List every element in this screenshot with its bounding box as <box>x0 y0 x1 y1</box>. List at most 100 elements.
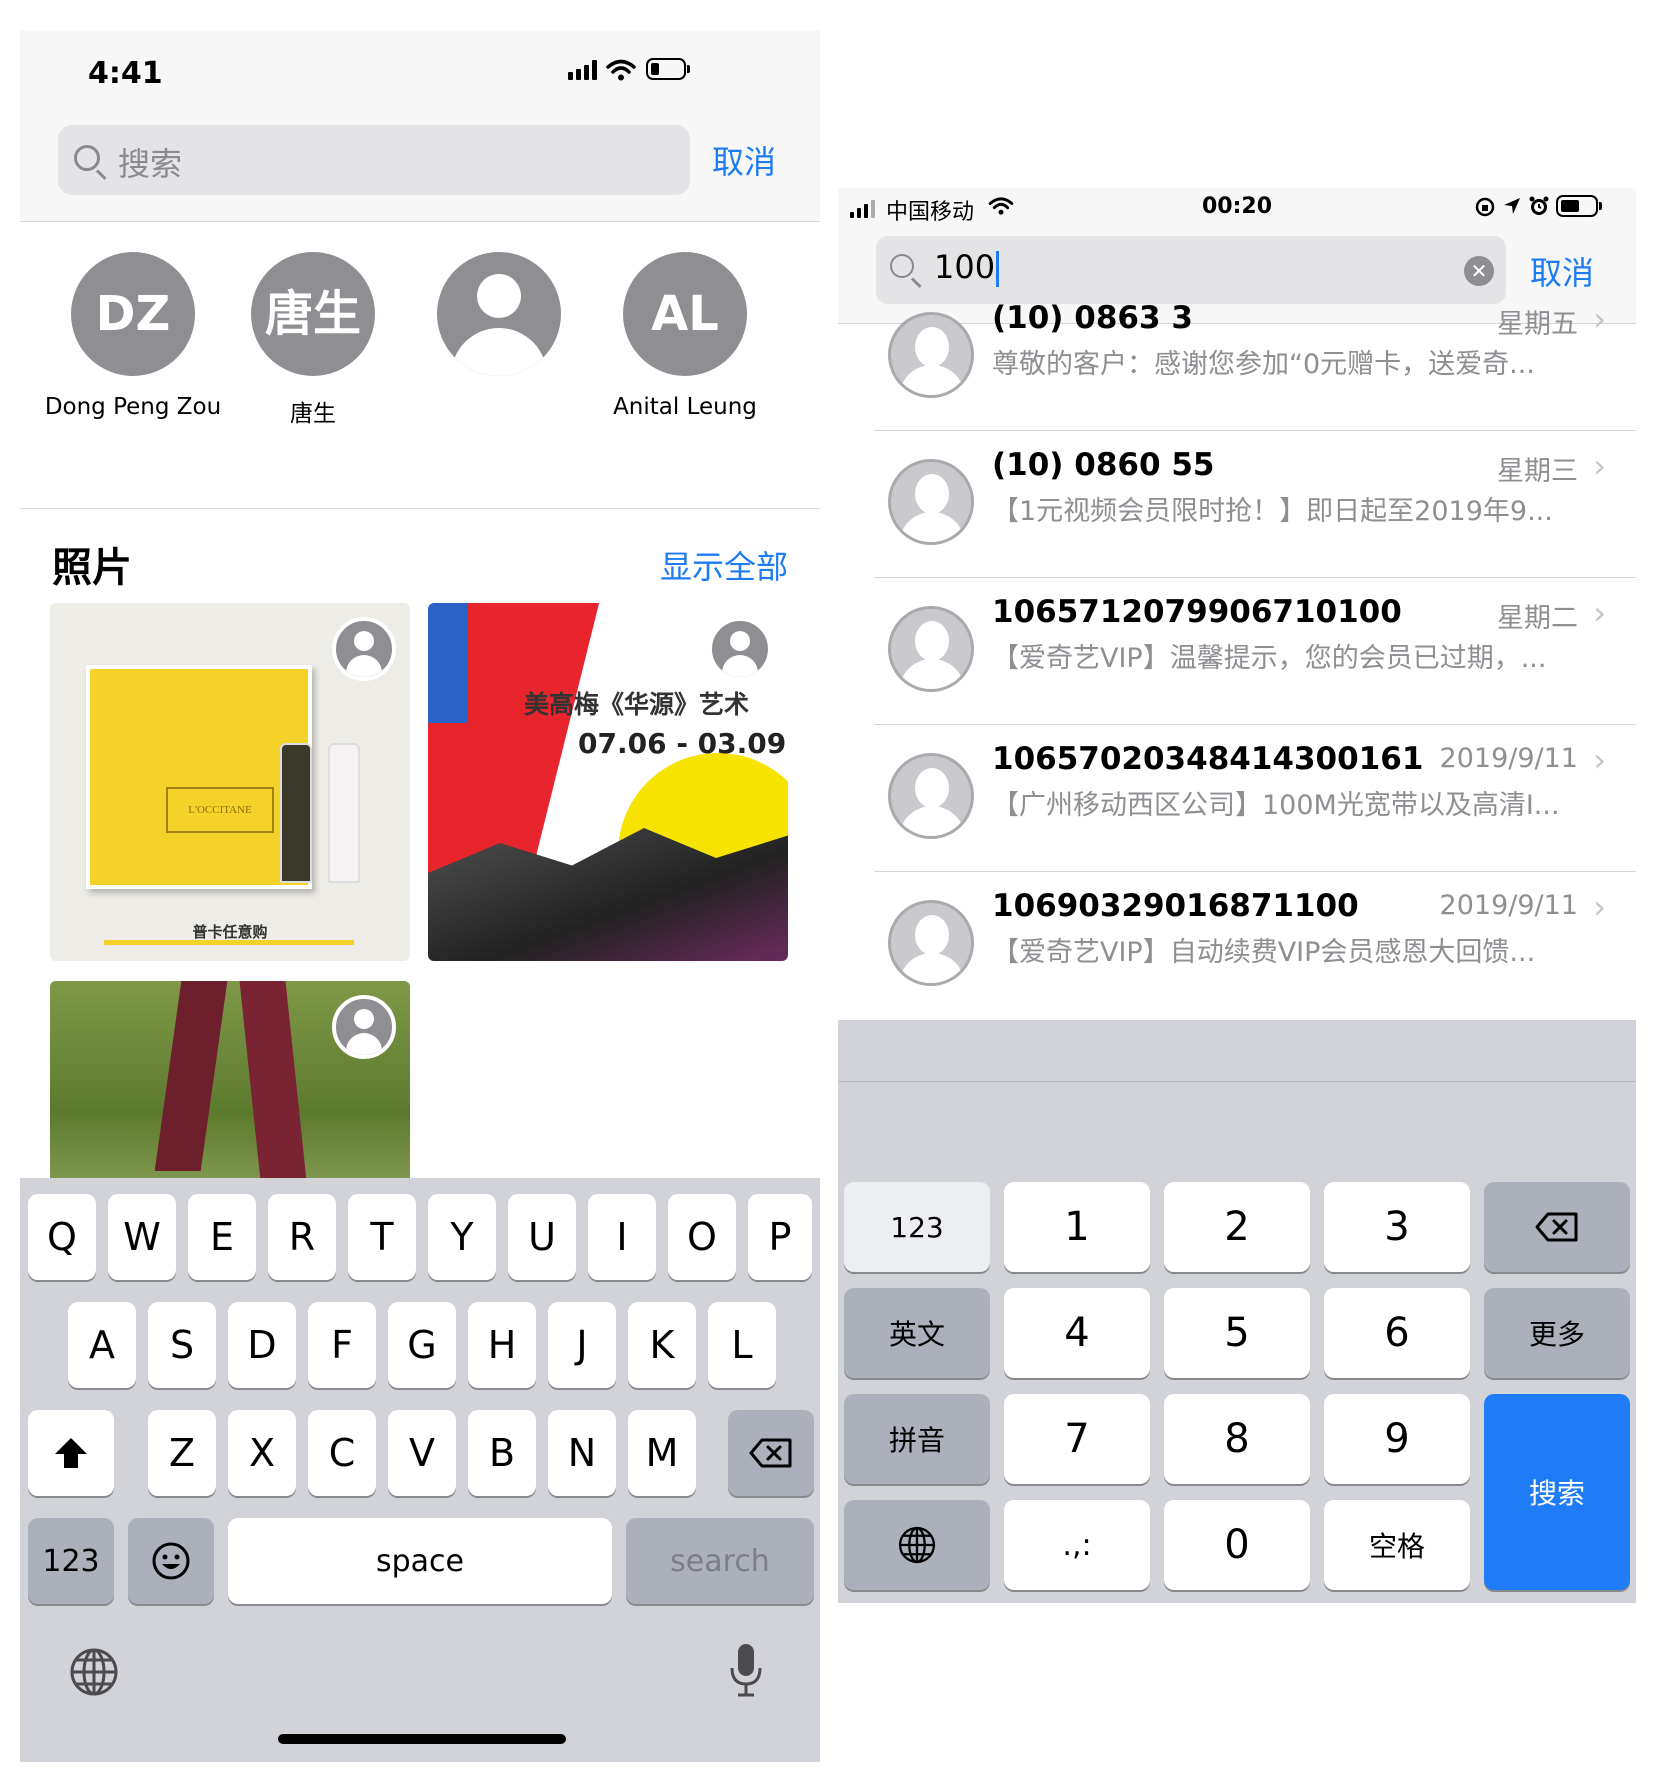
space-key[interactable]: 空格 <box>1324 1500 1470 1590</box>
key-a[interactable]: A <box>68 1302 136 1388</box>
contact-unnamed[interactable] <box>406 252 592 394</box>
search-key[interactable]: search <box>626 1518 814 1604</box>
key-2[interactable]: 2 <box>1164 1182 1310 1272</box>
key-r[interactable]: R <box>268 1194 336 1280</box>
space-key[interactable]: space <box>228 1518 612 1604</box>
location-icon <box>1504 198 1520 214</box>
gift-box-graphic: L'OCCITANE <box>86 665 312 889</box>
key-5[interactable]: 5 <box>1164 1288 1310 1378</box>
message-row[interactable]: (10) 0860 55 星期三 › 【1元视频会员限时抢！】即日起至2019年… <box>838 431 1636 578</box>
key-x[interactable]: X <box>228 1410 296 1496</box>
key-w[interactable]: W <box>108 1194 176 1280</box>
rotation-lock-icon <box>1475 197 1495 217</box>
more-key[interactable]: 更多 <box>1484 1288 1630 1378</box>
chevron-right-icon: › <box>1593 888 1606 926</box>
key-p[interactable]: P <box>748 1194 812 1280</box>
avatar <box>437 252 561 376</box>
globe-icon[interactable] <box>68 1646 120 1698</box>
key-t[interactable]: T <box>348 1194 416 1280</box>
event-title: 美高梅《华源》艺术 <box>524 690 750 719</box>
delete-key[interactable] <box>1484 1182 1630 1272</box>
english-key[interactable]: 英文 <box>844 1288 990 1378</box>
message-sender: (10) 0860 55 <box>992 447 1215 483</box>
punctuation-key[interactable]: .,: <box>1004 1500 1150 1590</box>
key-d[interactable]: D <box>228 1302 296 1388</box>
delete-key[interactable] <box>728 1410 814 1496</box>
person-icon <box>708 617 772 681</box>
avatar: AL <box>623 252 747 376</box>
person-icon <box>332 995 396 1059</box>
avatar: 唐生 <box>251 252 375 376</box>
contact-anital-leung[interactable]: AL Anital Leung <box>592 252 778 420</box>
search-input[interactable]: 搜索 <box>58 125 690 195</box>
key-1[interactable]: 1 <box>1004 1182 1150 1272</box>
event-dates: 07.06 - 03.09 <box>578 727 787 760</box>
photo-thumbnail[interactable]: 美高梅《华源》艺术 07.06 - 03.09 <box>428 603 788 961</box>
key-c[interactable]: C <box>308 1410 376 1496</box>
key-8[interactable]: 8 <box>1164 1394 1310 1484</box>
photo-thumbnail[interactable]: L'OCCITANE 普卡任意购 <box>50 603 410 961</box>
message-date: 星期三 <box>1497 456 1578 487</box>
key-3[interactable]: 3 <box>1324 1182 1470 1272</box>
person-icon <box>888 900 974 986</box>
key-g[interactable]: G <box>388 1302 456 1388</box>
message-preview: 【爱奇艺VIP】温馨提示，您的会员已过期，... <box>992 643 1547 674</box>
key-l[interactable]: L <box>708 1302 776 1388</box>
numbers-key[interactable]: 123 <box>844 1182 990 1272</box>
show-all-link[interactable]: 显示全部 <box>660 542 788 588</box>
contact-name: Anital Leung <box>613 394 757 420</box>
key-s[interactable]: S <box>148 1302 216 1388</box>
key-n[interactable]: N <box>548 1410 616 1496</box>
shift-icon <box>55 1438 87 1468</box>
globe-key[interactable] <box>844 1500 990 1590</box>
contact-dong-peng-zou[interactable]: DZ Dong Peng Zou <box>40 252 226 420</box>
status-time: 4:41 <box>88 56 163 91</box>
message-row[interactable]: 1069032901687110​0 2019/9/11 › 【爱奇艺VIP】自… <box>838 872 1636 1019</box>
numbers-key[interactable]: 123 <box>28 1518 114 1604</box>
key-9[interactable]: 9 <box>1324 1394 1470 1484</box>
microphone-icon[interactable] <box>726 1640 766 1700</box>
key-u[interactable]: U <box>508 1194 576 1280</box>
chevron-right-icon: › <box>1593 447 1606 485</box>
key-f[interactable]: F <box>308 1302 376 1388</box>
avatar: DZ <box>71 252 195 376</box>
key-0[interactable]: 0 <box>1164 1500 1310 1590</box>
key-k[interactable]: K <box>628 1302 696 1388</box>
key-q[interactable]: Q <box>28 1194 96 1280</box>
alarm-icon <box>1529 196 1549 215</box>
key-4[interactable]: 4 <box>1004 1288 1150 1378</box>
cancel-button[interactable]: 取消 <box>712 137 776 183</box>
contact-name: 唐生 <box>290 401 336 427</box>
search-header: 4:41 搜索 取消 <box>20 30 820 222</box>
message-preview: 【爱奇艺VIP】自动续费VIP会员感恩大回馈... <box>992 937 1536 968</box>
clear-icon[interactable]: ✕ <box>1464 256 1494 286</box>
search-button[interactable]: 搜索 <box>1484 1394 1630 1590</box>
emoji-key[interactable] <box>128 1518 214 1604</box>
key-o[interactable]: O <box>668 1194 736 1280</box>
contact-tang-sheng[interactable]: 唐生 唐生 <box>220 252 406 428</box>
chevron-right-icon: › <box>1593 741 1606 779</box>
key-7[interactable]: 7 <box>1004 1394 1150 1484</box>
key-y[interactable]: Y <box>428 1194 496 1280</box>
key-m[interactable]: M <box>628 1410 696 1496</box>
pinyin-key[interactable]: 拼音 <box>844 1394 990 1484</box>
key-h[interactable]: H <box>468 1302 536 1388</box>
shift-key[interactable] <box>28 1410 114 1496</box>
key-j[interactable]: J <box>548 1302 616 1388</box>
photo-thumbnail[interactable] <box>50 981 410 1201</box>
key-i[interactable]: I <box>588 1194 656 1280</box>
battery-icon <box>1556 195 1602 217</box>
message-row[interactable]: 1065712079906710100 星期二 › 【爱奇艺VIP】温馨提示，您… <box>838 578 1636 725</box>
brand-label: L'OCCITANE <box>166 787 274 833</box>
message-row[interactable]: 10657020348414300161 2019/9/11 › 【广州移动西区… <box>838 725 1636 872</box>
message-row[interactable]: (10) 0863 3 星期五 › 尊敬的客户：感谢您参加“0元赠卡，送爱奇..… <box>838 284 1636 431</box>
product-tube <box>280 743 312 883</box>
key-e[interactable]: E <box>188 1194 256 1280</box>
key-v[interactable]: V <box>388 1410 456 1496</box>
search-placeholder: 搜索 <box>118 145 183 183</box>
key-6[interactable]: 6 <box>1324 1288 1470 1378</box>
key-b[interactable]: B <box>468 1410 536 1496</box>
message-date: 星期二 <box>1497 603 1578 634</box>
product-tube <box>328 743 360 883</box>
key-z[interactable]: Z <box>148 1410 216 1496</box>
